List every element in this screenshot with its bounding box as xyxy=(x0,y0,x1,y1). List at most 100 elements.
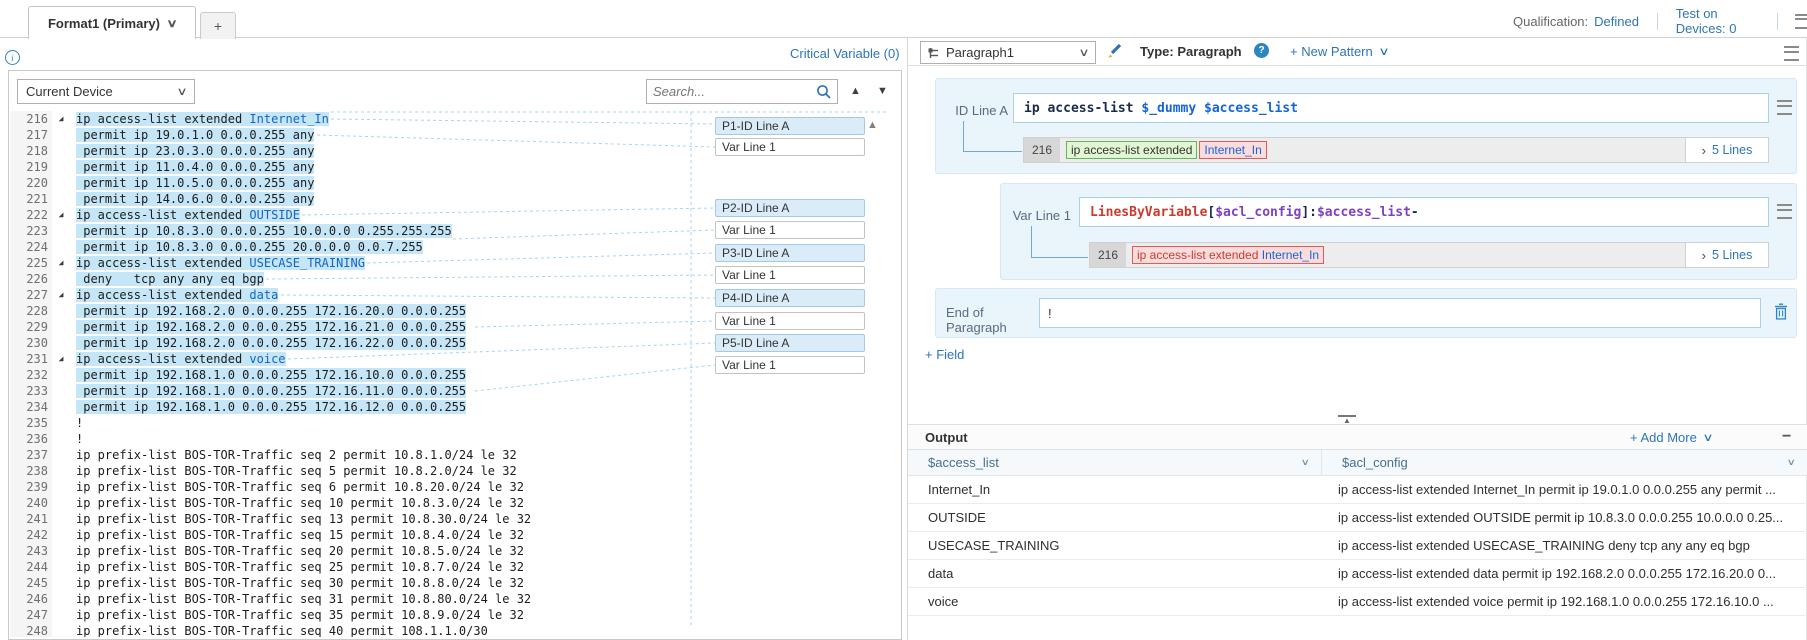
device-selector[interactable]: Current Device ∨ xyxy=(17,79,195,104)
pattern-token: [ xyxy=(1207,205,1215,220)
pattern-label-id-line[interactable]: P2-ID Line A xyxy=(715,199,865,217)
code-line[interactable]: 244ip prefix-list BOS-TOR-Traffic seq 25… xyxy=(10,559,888,575)
line-number: 221 xyxy=(10,191,52,207)
fold-spacer xyxy=(52,383,70,399)
output-cell-access-list: USECASE_TRAINING xyxy=(908,538,1322,553)
code-line[interactable]: 238ip prefix-list BOS-TOR-Traffic seq 5 … xyxy=(10,463,888,479)
pattern-label-id-line[interactable]: P5-ID Line A xyxy=(715,334,865,352)
id-line-expand-button[interactable]: › 5 Lines xyxy=(1685,138,1768,162)
add-more-button[interactable]: + Add More ∨ xyxy=(1630,430,1712,445)
tab-format1[interactable]: Format1 (Primary) ∨ xyxy=(28,6,196,39)
pattern-token: - xyxy=(1411,205,1419,220)
qualification-label: Qualification: xyxy=(1513,14,1588,29)
trash-icon[interactable] xyxy=(1774,303,1788,320)
test-on-devices-link[interactable]: Test on Devices: 0 xyxy=(1676,6,1759,36)
add-field-button[interactable]: + Field xyxy=(925,347,964,362)
collapse-output-handle[interactable]: ▲ xyxy=(1338,415,1356,424)
search-input[interactable] xyxy=(647,84,815,99)
pattern-selector[interactable]: Paragraph1 ∨ xyxy=(920,41,1096,64)
line-number: 234 xyxy=(10,399,52,415)
scroll-up-icon[interactable]: ▲ xyxy=(867,119,878,131)
fold-marker-icon[interactable]: ◢ xyxy=(52,255,70,271)
output-row[interactable]: USECASE_TRAININGip access-list extended … xyxy=(908,532,1807,560)
matched-text-token[interactable]: ip access-list extended Internet_In xyxy=(1132,246,1324,264)
matched-text-token[interactable]: ip access-list extended xyxy=(1066,141,1197,159)
code-line[interactable]: 241ip prefix-list BOS-TOR-Traffic seq 13… xyxy=(10,511,888,527)
search-prev-button[interactable]: ▲ xyxy=(850,86,861,97)
fold-marker-icon[interactable]: ◢ xyxy=(52,287,70,303)
critical-variable-link[interactable]: Critical Variable (0) xyxy=(790,46,900,61)
line-number: 238 xyxy=(10,463,52,479)
edit-pencil-icon[interactable] xyxy=(1106,43,1123,60)
line-number: 223 xyxy=(10,223,52,239)
output-row[interactable]: voiceip access-list extended voice permi… xyxy=(908,588,1807,616)
pattern-label-var-line[interactable]: Var Line 1 xyxy=(715,266,865,284)
add-tab-button[interactable]: + xyxy=(200,12,236,39)
minimize-output-icon[interactable]: − xyxy=(1782,432,1791,442)
matched-text-token[interactable]: Internet_In xyxy=(1199,141,1266,159)
end-of-paragraph-input[interactable] xyxy=(1039,298,1761,328)
pattern-label-var-line[interactable]: Var Line 1 xyxy=(715,138,865,156)
pattern-label-id-line[interactable]: P3-ID Line A xyxy=(715,244,865,262)
var-line-menu-icon[interactable] xyxy=(1777,204,1792,219)
code-text: permit ip 192.168.1.0 0.0.0.255 172.16.1… xyxy=(70,383,466,399)
new-pattern-button[interactable]: + New Pattern ∨ xyxy=(1290,44,1388,59)
search-next-button[interactable]: ▼ xyxy=(877,86,888,97)
qualification-value-link[interactable]: Defined xyxy=(1594,14,1639,29)
code-line[interactable]: 234 permit ip 192.168.1.0 0.0.0.255 172.… xyxy=(10,399,888,415)
code-line[interactable]: 237ip prefix-list BOS-TOR-Traffic seq 2 … xyxy=(10,447,888,463)
output-column-access-list[interactable]: $access_list ∨ xyxy=(908,450,1322,475)
fold-marker-icon[interactable]: ◢ xyxy=(52,351,70,367)
pattern-label-var-line[interactable]: Var Line 1 xyxy=(715,221,865,239)
line-number: 241 xyxy=(10,511,52,527)
help-icon[interactable]: ? xyxy=(1254,43,1269,58)
pattern-selector-value: Paragraph1 xyxy=(946,45,1074,60)
var-line-expand-button[interactable]: › 5 Lines xyxy=(1685,243,1768,267)
fold-marker-icon[interactable]: ◢ xyxy=(52,207,70,223)
pattern-label-id-line[interactable]: P1-ID Line A xyxy=(715,117,865,135)
output-row[interactable]: Internet_Inip access-list extended Inter… xyxy=(908,476,1807,504)
code-text: permit ip 23.0.3.0 0.0.0.255 any xyxy=(70,143,314,159)
pattern-editor-panel: Paragraph1 ∨ Type: Paragraph ? + New Pat… xyxy=(908,38,1807,640)
connector xyxy=(1031,226,1088,258)
pattern-label-var-line[interactable]: Var Line 1 xyxy=(715,356,865,374)
output-row[interactable]: OUTSIDEip access-list extended OUTSIDE p… xyxy=(908,504,1807,532)
output-header: Output + Add More ∨ − xyxy=(908,424,1807,450)
code-line[interactable]: 235! xyxy=(10,415,888,431)
fold-marker-icon[interactable]: ◢ xyxy=(52,111,70,127)
fold-spacer xyxy=(52,175,70,191)
output-column-acl-config[interactable]: $acl_config ∨ xyxy=(1322,450,1807,475)
code-line[interactable]: 243ip prefix-list BOS-TOR-Traffic seq 20… xyxy=(10,543,888,559)
acl-name: voice xyxy=(249,352,285,366)
var-line-pattern-input[interactable]: LinesByVariable[$acl_config]:$access_lis… xyxy=(1079,197,1769,227)
output-row[interactable]: dataip access-list extended data permit … xyxy=(908,560,1807,588)
code-line[interactable]: 220 permit ip 11.0.5.0 0.0.0.255 any xyxy=(10,175,888,191)
code-line[interactable]: 248ip prefix-list BOS-TOR-Traffic seq 40… xyxy=(10,623,888,637)
code-line[interactable]: 240ip prefix-list BOS-TOR-Traffic seq 10… xyxy=(10,495,888,511)
info-icon[interactable]: i xyxy=(5,50,20,65)
chevron-right-icon: › xyxy=(1702,248,1706,263)
code-line[interactable]: 245ip prefix-list BOS-TOR-Traffic seq 30… xyxy=(10,575,888,591)
code-line[interactable]: 236! xyxy=(10,431,888,447)
code-line[interactable]: 239ip prefix-list BOS-TOR-Traffic seq 6 … xyxy=(10,479,888,495)
pattern-token: ip access-list xyxy=(1024,101,1141,116)
pattern-label-var-line[interactable]: Var Line 1 xyxy=(715,312,865,330)
code-line[interactable]: 246ip prefix-list BOS-TOR-Traffic seq 31… xyxy=(10,591,888,607)
output-column-headers: $access_list ∨ $acl_config ∨ xyxy=(908,450,1807,476)
fold-spacer xyxy=(52,607,70,623)
code-line[interactable]: 242ip prefix-list BOS-TOR-Traffic seq 15… xyxy=(10,527,888,543)
menu-icon[interactable] xyxy=(1795,14,1807,29)
code-line[interactable]: 247ip prefix-list BOS-TOR-Traffic seq 35… xyxy=(10,607,888,623)
var-line-label: Var Line 1 xyxy=(1003,208,1071,223)
code-line[interactable]: 233 permit ip 192.168.1.0 0.0.0.255 172.… xyxy=(10,383,888,399)
topbar-right-group: Qualification: Defined Test on Devices: … xyxy=(1513,12,1807,30)
code-line[interactable]: 219 permit ip 11.0.4.0 0.0.0.255 any xyxy=(10,159,888,175)
id-line-pattern-input[interactable]: ip access-list $_dummy $access_list xyxy=(1013,93,1769,123)
code-text: ip prefix-list BOS-TOR-Traffic seq 6 per… xyxy=(70,479,524,495)
pattern-label-id-line[interactable]: P4-ID Line A xyxy=(715,289,865,307)
line-number: 230 xyxy=(10,335,52,351)
panel-menu-icon[interactable] xyxy=(1784,46,1799,61)
id-line-menu-icon[interactable] xyxy=(1777,100,1792,115)
search-icon[interactable] xyxy=(815,83,833,101)
fold-spacer xyxy=(52,623,70,637)
